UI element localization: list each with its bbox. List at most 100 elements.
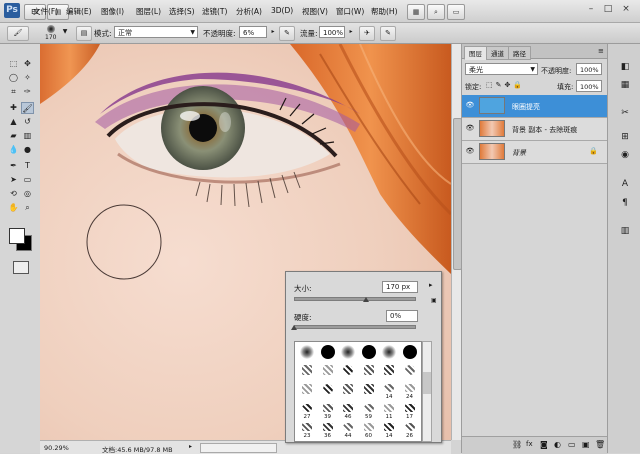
minimize-button[interactable]: –	[584, 3, 598, 15]
restore-button[interactable]: □	[601, 3, 615, 15]
menu-edit[interactable]: 编辑(E)	[66, 6, 92, 17]
lasso-tool-icon[interactable]: ◯	[7, 72, 20, 84]
layer-mask-icon[interactable]: ◙	[540, 440, 548, 449]
quick-mask-button[interactable]	[13, 261, 29, 274]
layer-style-icon[interactable]: fx	[526, 440, 533, 448]
crop-tool-icon[interactable]: ⌗	[7, 86, 20, 98]
menu-layer[interactable]: 图层(L)	[136, 6, 161, 17]
brush-preset[interactable]: 27	[297, 403, 317, 420]
opacity-field[interactable]: 6%	[239, 26, 267, 38]
brush-preset[interactable]: 36	[318, 422, 338, 439]
clone-stamp-tool-icon[interactable]: ▲	[7, 116, 20, 128]
foreground-color-swatch[interactable]	[9, 228, 25, 244]
flow-field[interactable]: 100%	[319, 26, 345, 38]
history-brush-tool-icon[interactable]: ↺	[21, 116, 34, 128]
move-tool-icon[interactable]: ✥	[21, 58, 34, 70]
menu-3d[interactable]: 3D(D)	[271, 6, 293, 15]
brush-preset[interactable]	[338, 383, 358, 399]
zoom-level[interactable]: 90.29%	[44, 444, 69, 452]
airbrush-toggle[interactable]: ✈	[359, 26, 375, 41]
new-preset-icon[interactable]: ▣	[431, 297, 437, 304]
brush-preset[interactable]	[297, 344, 317, 360]
hardness-slider-knob[interactable]	[291, 325, 297, 330]
hand-tool-icon[interactable]: ✋	[7, 202, 20, 214]
brush-preset[interactable]: 24	[400, 383, 420, 400]
pressure-opacity-toggle[interactable]: ✎	[279, 26, 295, 41]
horizontal-scrollbar[interactable]	[200, 443, 277, 453]
brush-preset[interactable]	[400, 364, 420, 380]
3d-orbit-tool-icon[interactable]: ◎	[21, 188, 34, 200]
lock-icons[interactable]: ⬚✎✥🔒	[486, 81, 525, 89]
brush-preset[interactable]: 59	[359, 403, 379, 420]
brush-preset[interactable]	[359, 344, 379, 360]
path-select-tool-icon[interactable]: ➤	[7, 174, 20, 186]
chevron-down-icon[interactable]: ▼	[60, 26, 70, 38]
brush-preset[interactable]: 23	[297, 422, 317, 439]
close-button[interactable]: ×	[619, 3, 633, 15]
size-slider-track[interactable]	[294, 297, 416, 301]
brush-preset[interactable]	[379, 344, 399, 360]
new-layer-icon[interactable]: ▣	[582, 440, 590, 449]
3d-rotate-tool-icon[interactable]: ⟲	[7, 188, 20, 200]
adjustments-panel-icon[interactable]: ◉	[618, 148, 632, 162]
menu-help[interactable]: 帮助(H)	[371, 6, 398, 17]
brush-panel-icon[interactable]: ◧	[618, 60, 632, 74]
hardness-slider-track[interactable]	[294, 325, 416, 329]
brush-preset[interactable]	[338, 344, 358, 360]
brush-preset[interactable]	[359, 383, 379, 399]
adjustment-layer-icon[interactable]: ◐	[554, 440, 561, 449]
brush-preset[interactable]	[297, 364, 317, 380]
healing-brush-tool-icon[interactable]: ✚	[7, 102, 20, 114]
masks-panel-icon[interactable]: ▥	[618, 224, 632, 238]
eyedropper-tool-icon[interactable]: ✑	[21, 86, 34, 98]
menu-select[interactable]: 选择(S)	[169, 6, 195, 17]
paragraph-panel-icon[interactable]: ¶	[618, 196, 632, 210]
chevron-right-icon[interactable]: ▸	[189, 443, 192, 450]
zoom-level-button[interactable]: ⌕	[427, 4, 445, 20]
blur-tool-icon[interactable]: 💧	[7, 144, 20, 156]
link-layers-icon[interactable]: ⛓	[512, 440, 522, 449]
chevron-right-icon[interactable]: ▸	[346, 26, 356, 38]
eye-icon[interactable]: 👁	[465, 147, 475, 155]
type-tool-icon[interactable]: T	[21, 160, 34, 172]
brush-preset[interactable]: 17	[400, 403, 420, 420]
tab-channels[interactable]: 通道	[486, 46, 509, 60]
mode-select[interactable]: 正常 ▼	[114, 26, 198, 38]
brush-preset[interactable]: 14	[379, 383, 399, 400]
character-panel-icon[interactable]: A	[618, 177, 632, 191]
brush-preset[interactable]	[318, 364, 338, 380]
layer-row[interactable]: 👁 眼圈提亮	[462, 95, 608, 118]
menu-file[interactable]: 文件(F)	[33, 6, 58, 17]
tools-preset-icon[interactable]: ✂	[618, 106, 632, 120]
brush-preset[interactable]: 14	[379, 422, 399, 439]
styles-panel-icon[interactable]: ▦	[618, 78, 632, 92]
tool-preset-picker[interactable]: 🖌	[7, 26, 29, 41]
tab-layers[interactable]: 图层	[464, 46, 487, 60]
brush-preset[interactable]: 44	[338, 422, 358, 439]
gradient-tool-icon[interactable]: ▥	[21, 130, 34, 142]
marquee-tool-icon[interactable]: ⬚	[7, 58, 20, 70]
menu-view[interactable]: 视图(V)	[302, 6, 328, 17]
menu-analysis[interactable]: 分析(A)	[236, 6, 262, 17]
brush-preset[interactable]	[359, 364, 379, 380]
brush-panel-toggle[interactable]: ▤	[76, 26, 92, 41]
menu-filter[interactable]: 滤镜(T)	[202, 6, 227, 17]
pressure-size-toggle[interactable]: ✎	[380, 26, 396, 41]
brush-preset[interactable]: 46	[338, 403, 358, 420]
brush-preset[interactable]: 39	[318, 403, 338, 420]
eraser-tool-icon[interactable]: ▰	[7, 130, 20, 142]
dodge-tool-icon[interactable]: ●	[21, 144, 34, 156]
scrollbar-thumb[interactable]	[423, 372, 431, 394]
shape-tool-icon[interactable]: ▭	[21, 174, 34, 186]
tab-paths[interactable]: 路径	[508, 46, 531, 60]
brush-tool-icon[interactable]: 🖌	[21, 102, 34, 114]
menu-window[interactable]: 窗口(W)	[336, 6, 364, 17]
brush-preset[interactable]	[297, 383, 317, 399]
brush-preset-picker[interactable]: 170	[42, 24, 62, 42]
zoom-tool-icon[interactable]: ⌕	[21, 202, 34, 214]
size-slider-knob[interactable]	[363, 297, 369, 302]
layer-row[interactable]: 👁 背景 副本 - 去除斑痕	[462, 118, 608, 141]
clone-source-icon[interactable]: ⊞	[618, 130, 632, 144]
brush-preset[interactable]	[379, 364, 399, 380]
new-group-icon[interactable]: ▭	[568, 440, 576, 449]
